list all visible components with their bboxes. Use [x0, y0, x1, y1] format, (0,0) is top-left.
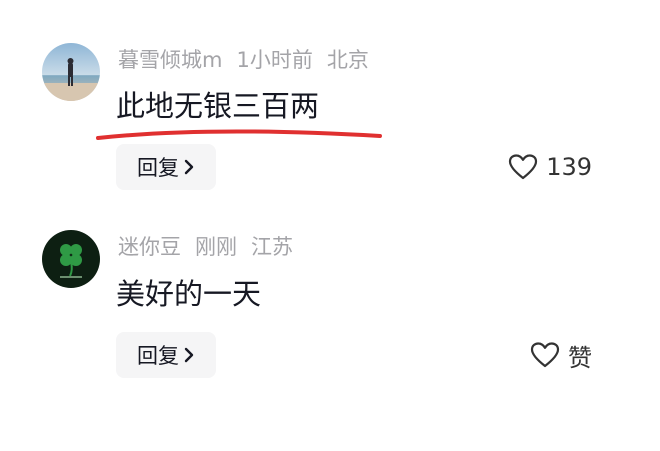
reply-label: 回复	[137, 156, 179, 180]
like-count: 139	[546, 153, 592, 181]
comment-time: 刚刚	[195, 235, 237, 259]
comment-location: 北京	[326, 48, 369, 72]
comment-meta: 迷你豆 刚刚 江苏	[118, 232, 307, 262]
heart-icon	[530, 342, 560, 368]
like-button[interactable]: 139	[508, 147, 592, 187]
comment-location: 江苏	[251, 235, 293, 259]
reply-button[interactable]: 回复	[116, 332, 216, 378]
comment-item: 迷你豆 刚刚 江苏 美好的一天 回复 赞	[0, 210, 660, 410]
like-label: 赞	[568, 343, 592, 372]
user-avatar[interactable]	[42, 43, 100, 101]
comment-text: 美好的一天	[116, 277, 262, 311]
avatar-beach-photo-icon	[42, 43, 100, 101]
avatar-clover-icon	[42, 230, 100, 288]
like-button[interactable]: 赞	[530, 335, 592, 375]
comment-item: 暮雪倾城m 1小时前 北京 此地无银三百两 回复 139	[0, 0, 660, 200]
reply-label: 回复	[137, 344, 179, 368]
user-avatar[interactable]	[42, 230, 100, 288]
chevron-right-icon	[184, 159, 194, 175]
comment-list: 暮雪倾城m 1小时前 北京 此地无银三百两 回复 139 迷你豆 刚刚 江苏 美…	[0, 0, 660, 451]
comment-text: 此地无银三百两	[116, 89, 320, 123]
heart-icon	[509, 154, 538, 180]
chevron-right-icon	[184, 347, 194, 363]
author-name[interactable]: 迷你豆	[118, 235, 181, 259]
author-name[interactable]: 暮雪倾城m	[118, 48, 222, 72]
reply-button[interactable]: 回复	[116, 144, 216, 190]
comment-time: 1小时前	[236, 48, 313, 72]
comment-meta: 暮雪倾城m 1小时前 北京	[118, 45, 383, 75]
